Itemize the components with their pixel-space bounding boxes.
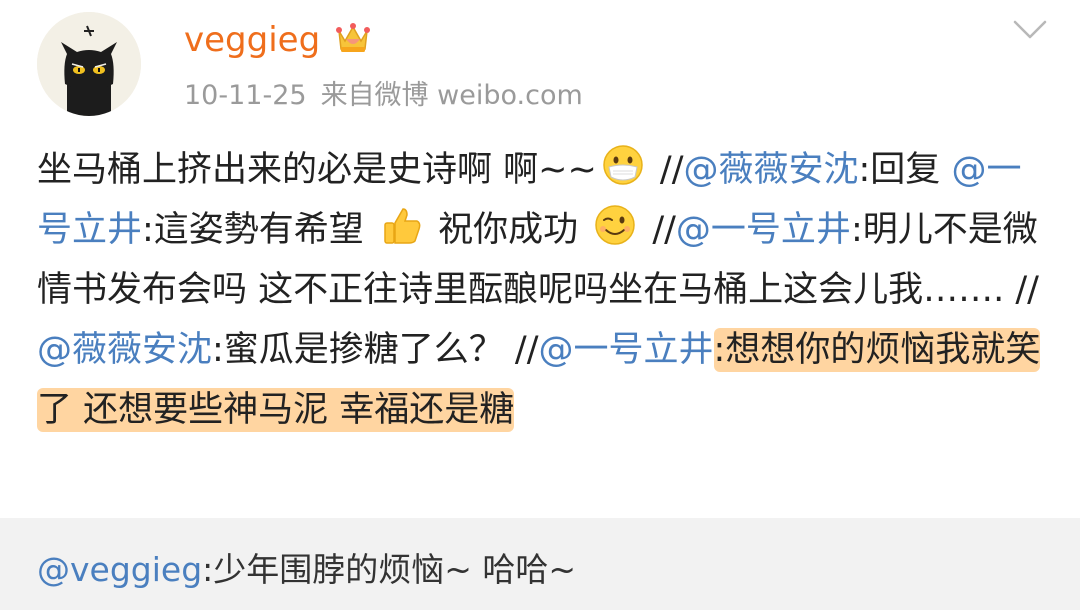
avatar[interactable] (37, 12, 141, 116)
post-text-segment: :這姿勢有希望 (142, 210, 375, 250)
post-text-segment: :蜜瓜是掺糖了么？ // (212, 330, 539, 370)
comment-box[interactable]: @veggieg:少年围脖的烦恼~ 哈哈~ (0, 518, 1080, 610)
post-text-segment: // (648, 150, 684, 190)
mention-link[interactable]: @薇薇安沈 (684, 150, 859, 190)
post-meta: 10-11-25 来自微博 weibo.com (184, 78, 597, 114)
username[interactable]: veggieg (184, 18, 320, 62)
comment-body: :少年围脖的烦恼~ 哈哈~ (202, 550, 577, 589)
post-source: 来自微博 weibo.com (320, 80, 583, 111)
mention-link[interactable]: @一号立井 (676, 210, 851, 250)
post-text-segment: 坐马桶上挤出来的必是史诗啊 啊~~ (37, 150, 597, 190)
post-date: 10-11-25 (184, 80, 307, 111)
comment-mention[interactable]: @veggieg (37, 550, 202, 589)
thumbs-up-emoji (379, 203, 423, 247)
post-text-segment: 祝你成功 (426, 210, 590, 250)
crown-badge-icon[interactable] (333, 19, 373, 57)
wink-face-emoji (593, 203, 637, 247)
comment-text: @veggieg:少年围脖的烦恼~ 哈哈~ (37, 548, 576, 592)
mention-link[interactable]: @一号立井 (539, 330, 714, 370)
mask-face-emoji (601, 143, 645, 187)
chevron-down-icon[interactable] (1013, 18, 1047, 42)
mention-link[interactable]: @薇薇安沈 (37, 330, 212, 370)
post-body: 坐马桶上挤出来的必是史诗啊 啊~~ //@薇薇安沈:回复 @一号立井:這姿勢有希… (37, 140, 1047, 440)
post-text-segment: :回复 (858, 150, 952, 190)
black-cat-avatar (37, 12, 141, 116)
post-text-segment: // (641, 210, 676, 250)
